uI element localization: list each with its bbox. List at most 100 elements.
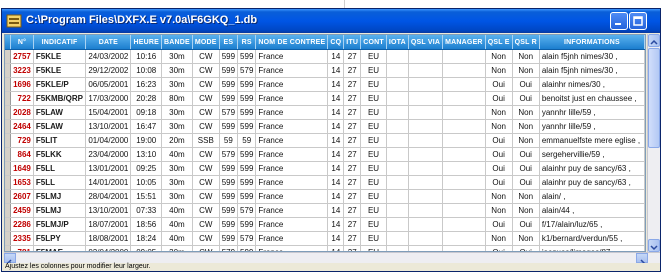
cell-callsign[interactable]: F5KLE <box>33 63 87 78</box>
cell-qsl-via[interactable] <box>408 161 444 176</box>
cell-callsign[interactable]: F5LIT <box>33 133 87 148</box>
cell-qso-number[interactable]: 1696 <box>10 77 34 92</box>
cell-qso-time[interactable]: 20:28 <box>130 91 162 106</box>
cell-qsl-via[interactable] <box>408 189 444 204</box>
cell-report-received[interactable]: 579 <box>237 231 257 246</box>
cell-continent[interactable]: EU <box>360 175 387 190</box>
table-row[interactable]: 1653 F5LL 14/01/2001 10:05 30m CW 599 599 France… <box>5 175 645 190</box>
cell-qso-number[interactable]: 729 <box>10 133 34 148</box>
cell-qso-number[interactable]: 2757 <box>10 49 34 64</box>
cell-qsl-received[interactable]: Oui <box>512 217 540 232</box>
cell-manager[interactable] <box>442 231 486 246</box>
cell-qsl-via[interactable] <box>408 217 444 232</box>
column-header[interactable]: HEURE <box>130 35 162 50</box>
cell-band[interactable]: 30m <box>161 161 193 176</box>
table-row[interactable]: 729 F5LIT 01/04/2000 19:00 20m SSB 59 59 France 1… <box>5 133 645 148</box>
table-row[interactable]: 2464 F5LAW 13/10/2001 16:47 30m CW 599 599 Franc… <box>5 119 645 134</box>
cell-band[interactable]: 30m <box>161 175 193 190</box>
cell-mode[interactable]: CW <box>192 147 220 162</box>
cell-qso-number[interactable]: 2286 <box>10 217 34 232</box>
cell-cq-zone[interactable]: 14 <box>327 119 345 134</box>
cell-qsl-sent[interactable]: Oui <box>485 175 513 190</box>
cell-qsl-via[interactable] <box>408 63 444 78</box>
column-header[interactable]: QSL VIA <box>408 35 444 50</box>
cell-qso-date[interactable]: 13/10/2001 <box>85 203 132 218</box>
cell-cq-zone[interactable]: 14 <box>327 63 345 78</box>
cell-qsl-received[interactable]: Non <box>512 119 540 134</box>
cell-qsl-via[interactable] <box>408 175 444 190</box>
cell-cq-zone[interactable]: 14 <box>327 133 345 148</box>
cell-manager[interactable] <box>442 119 486 134</box>
column-header[interactable]: ITU <box>343 35 362 50</box>
table-row[interactable]: 2286 F5LMJ/P 18/07/2001 18:56 40m CW 599 599 Fra… <box>5 217 645 232</box>
cell-qsl-via[interactable] <box>408 91 444 106</box>
column-header[interactable]: QSL R <box>512 35 540 50</box>
cell-country[interactable]: France <box>255 231 329 246</box>
cell-cq-zone[interactable]: 14 <box>327 77 345 92</box>
cell-mode[interactable]: CW <box>192 161 220 176</box>
title-bar[interactable]: C:\Program Files\DXFX.E v7.0a\F6GKQ_1.db <box>2 9 660 33</box>
cell-qso-date[interactable]: 01/04/2000 <box>85 133 132 148</box>
column-header[interactable]: QSL E <box>485 35 513 50</box>
cell-callsign[interactable]: F5LMJ <box>33 203 87 218</box>
cell-continent[interactable]: EU <box>360 133 387 148</box>
cell-itu-zone[interactable]: 27 <box>343 91 362 106</box>
cell-informations[interactable]: yannhr lille/59 , <box>539 105 645 120</box>
cell-manager[interactable] <box>442 63 486 78</box>
cell-callsign[interactable]: F5LL <box>33 175 87 190</box>
table-row[interactable]: 1696 F5KLE/P 06/05/2001 16:23 30m CW 599 599 Fra… <box>5 77 645 92</box>
cell-callsign[interactable]: F5KMB/QRP <box>33 91 87 106</box>
cell-iota[interactable] <box>386 77 409 92</box>
cell-informations[interactable]: benoitst just en chaussee , <box>539 91 645 106</box>
cell-continent[interactable]: EU <box>360 147 387 162</box>
cell-cq-zone[interactable]: 14 <box>327 189 345 204</box>
cell-qsl-via[interactable] <box>408 77 444 92</box>
cell-qso-time[interactable]: 16:47 <box>130 119 162 134</box>
cell-cq-zone[interactable]: 14 <box>327 231 345 246</box>
table-row[interactable]: 2459 F5LMJ 13/10/2001 07:33 40m CW 599 579 Franc… <box>5 203 645 218</box>
cell-report-sent[interactable]: 599 <box>219 77 239 92</box>
cell-band[interactable]: 30m <box>161 77 193 92</box>
table-row[interactable]: 722 F5KMB/QRP 17/03/2000 20:28 80m CW 599 599 Fr… <box>5 91 645 106</box>
cell-qso-number[interactable]: 2459 <box>10 203 34 218</box>
cell-itu-zone[interactable]: 27 <box>343 175 362 190</box>
cell-itu-zone[interactable]: 27 <box>343 49 362 64</box>
cell-qso-time[interactable]: 19:00 <box>130 133 162 148</box>
cell-qso-number[interactable]: 2464 <box>10 119 34 134</box>
cell-cq-zone[interactable]: 14 <box>327 105 345 120</box>
column-header[interactable]: RS <box>237 35 257 50</box>
cell-country[interactable]: France <box>255 175 329 190</box>
cell-country[interactable]: France <box>255 105 329 120</box>
cell-manager[interactable] <box>442 217 486 232</box>
cell-qso-time[interactable]: 10:08 <box>130 63 162 78</box>
cell-report-received[interactable]: 599 <box>237 189 257 204</box>
table-row[interactable]: 3223 F5KLE 29/12/2002 10:08 30m CW 599 579 Franc… <box>5 63 645 78</box>
cell-qso-number[interactable]: 2607 <box>10 189 34 204</box>
cell-qsl-via[interactable] <box>408 119 444 134</box>
cell-informations[interactable]: emmanuelfste mere eglise , <box>539 133 645 148</box>
cell-continent[interactable]: EU <box>360 231 387 246</box>
cell-report-received[interactable]: 599 <box>237 91 257 106</box>
cell-band[interactable]: 40m <box>161 231 193 246</box>
cell-mode[interactable]: CW <box>192 203 220 218</box>
cell-qso-number[interactable]: 2335 <box>10 231 34 246</box>
cell-qsl-via[interactable] <box>408 147 444 162</box>
cell-cq-zone[interactable]: 14 <box>327 147 345 162</box>
cell-manager[interactable] <box>442 161 486 176</box>
cell-band[interactable]: 30m <box>161 189 193 204</box>
cell-informations[interactable]: alain f5jnh nimes/30 , <box>539 63 645 78</box>
scroll-up-button[interactable] <box>648 34 660 47</box>
cell-qso-time[interactable]: 16:23 <box>130 77 162 92</box>
cell-itu-zone[interactable]: 27 <box>343 231 362 246</box>
cell-qso-number[interactable]: 2028 <box>10 105 34 120</box>
table-row[interactable]: 2335 F5LPY 18/08/2001 18:24 40m CW 599 579 Franc… <box>5 231 645 246</box>
cell-manager[interactable] <box>442 49 486 64</box>
cell-qso-date[interactable]: 23/04/2000 <box>85 147 132 162</box>
cell-itu-zone[interactable]: 27 <box>343 161 362 176</box>
cell-country[interactable]: France <box>255 203 329 218</box>
cell-iota[interactable] <box>386 231 409 246</box>
cell-qso-number[interactable]: 722 <box>10 91 34 106</box>
cell-qsl-sent[interactable]: Oui <box>485 91 513 106</box>
cell-cq-zone[interactable]: 14 <box>327 161 345 176</box>
cell-iota[interactable] <box>386 217 409 232</box>
